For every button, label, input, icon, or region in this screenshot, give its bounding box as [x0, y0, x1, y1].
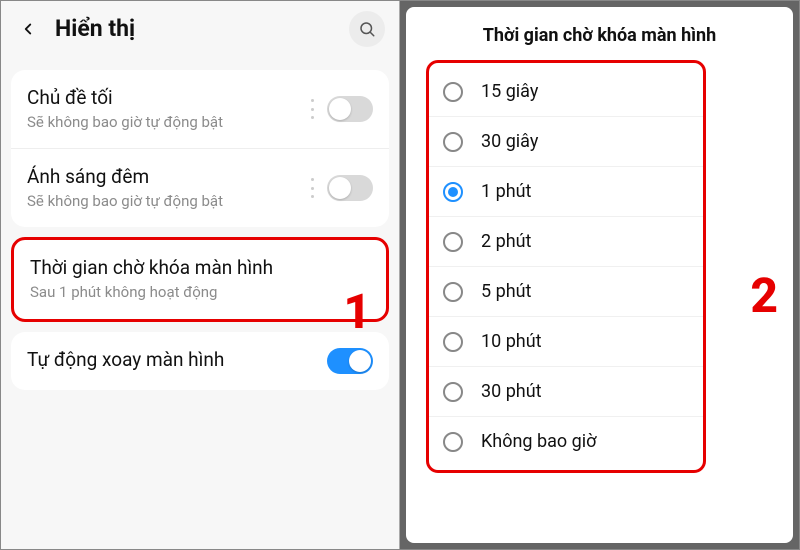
row-auto-rotate[interactable]: Tự động xoay màn hình — [11, 332, 389, 390]
radio-icon — [443, 432, 463, 452]
header: Hiển thị — [1, 1, 399, 60]
dark-theme-toggle[interactable] — [327, 96, 373, 122]
auto-rotate-toggle[interactable] — [327, 348, 373, 374]
radio-label: 10 phút — [481, 331, 542, 352]
row-title: Thời gian chờ khóa màn hình — [30, 256, 362, 281]
dialog-sheet: Thời gian chờ khóa màn hình 15 giây 30 gi… — [406, 7, 793, 543]
radio-option[interactable]: Không bao giờ — [429, 417, 703, 466]
radio-icon — [443, 282, 463, 302]
callout-number-2: 2 — [750, 267, 778, 324]
radio-option[interactable]: 2 phút — [429, 217, 703, 267]
back-icon[interactable] — [17, 18, 39, 40]
radio-option[interactable]: 30 giây — [429, 117, 703, 167]
row-title: Ánh sáng đêm — [27, 165, 303, 190]
radio-label: 5 phút — [481, 281, 531, 302]
row-subtitle: Sẽ không bao giờ tự động bật — [27, 113, 303, 133]
row-dark-theme[interactable]: Chủ đề tối Sẽ không bao giờ tự động bật — [11, 70, 389, 148]
radio-icon — [443, 132, 463, 152]
row-night-light[interactable]: Ánh sáng đêm Sẽ không bao giờ tự động bậ… — [11, 148, 389, 227]
radio-icon — [443, 82, 463, 102]
radio-icon — [443, 382, 463, 402]
radio-option[interactable]: 15 giây — [429, 67, 703, 117]
radio-label: 1 phút — [481, 181, 531, 202]
radio-group: 15 giây 30 giây 1 phút 2 phút 5 phút 10 phút 3… — [426, 60, 706, 473]
settings-group-1: Chủ đề tối Sẽ không bao giờ tự động bật … — [11, 70, 389, 227]
night-light-toggle[interactable] — [327, 175, 373, 201]
search-icon — [358, 20, 376, 38]
radio-option[interactable]: 10 phút — [429, 317, 703, 367]
radio-label: 15 giây — [481, 81, 538, 102]
settings-group-timeout: Thời gian chờ khóa màn hình Sau 1 phút k… — [11, 237, 389, 321]
row-screen-timeout[interactable]: Thời gian chờ khóa màn hình Sau 1 phút k… — [14, 240, 386, 318]
radio-label: 30 giây — [481, 131, 538, 152]
radio-label: Không bao giờ — [481, 431, 596, 452]
radio-label: 30 phút — [481, 381, 542, 402]
radio-option[interactable]: 30 phút — [429, 367, 703, 417]
radio-option[interactable]: 1 phút — [429, 167, 703, 217]
row-subtitle: Sẽ không bao giờ tự động bật — [27, 192, 303, 212]
dialog-title: Thời gian chờ khóa màn hình — [406, 17, 793, 60]
radio-icon — [443, 332, 463, 352]
search-button[interactable] — [349, 11, 385, 47]
row-title: Chủ đề tối — [27, 86, 303, 111]
radio-label: 2 phút — [481, 231, 531, 252]
row-subtitle: Sau 1 phút không hoạt động — [30, 283, 362, 303]
more-icon — [311, 99, 315, 119]
more-icon — [311, 178, 315, 198]
radio-icon — [443, 232, 463, 252]
settings-display-pane: Hiển thị Chủ đề tối Sẽ không bao giờ tự … — [1, 1, 400, 549]
row-title: Tự động xoay màn hình — [27, 348, 319, 373]
radio-icon — [443, 182, 463, 202]
page-title: Hiển thị — [55, 15, 135, 42]
radio-option[interactable]: 5 phút — [429, 267, 703, 317]
timeout-dialog-pane: Thời gian chờ khóa màn hình 15 giây 30 gi… — [400, 1, 799, 549]
settings-group-2: Tự động xoay màn hình — [11, 332, 389, 390]
